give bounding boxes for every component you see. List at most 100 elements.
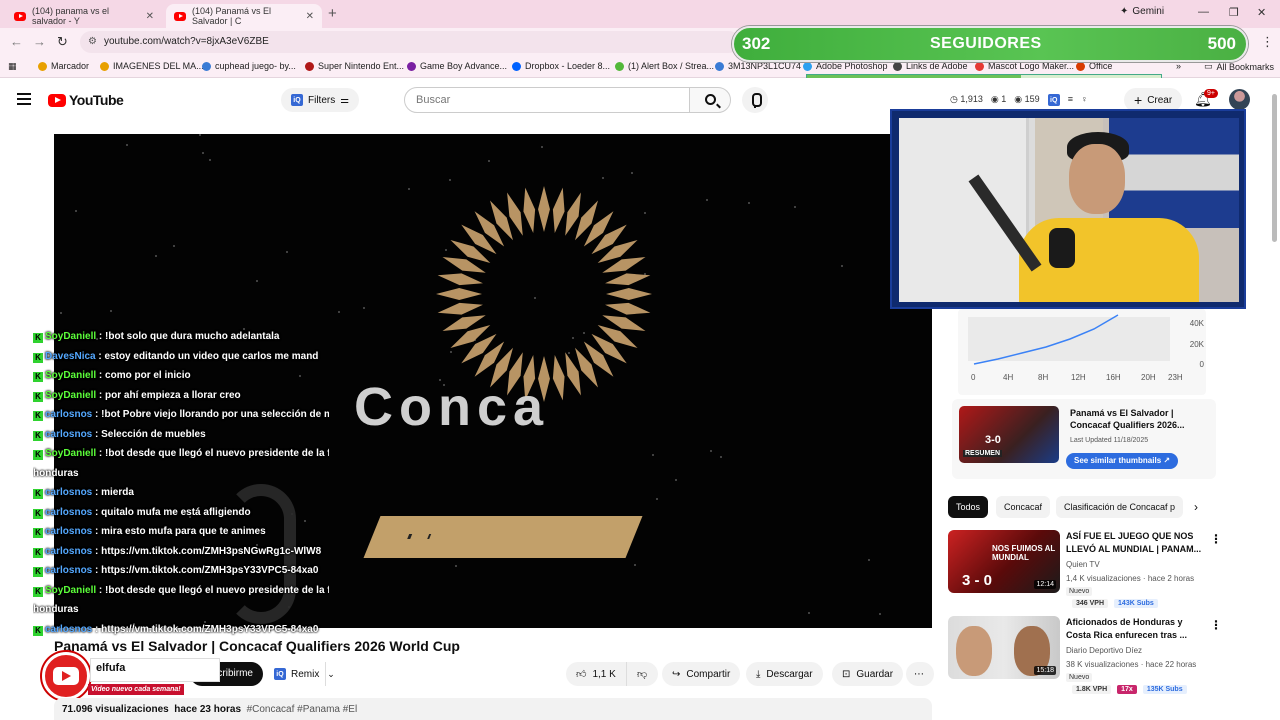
more-bookmarks-icon[interactable]: » bbox=[1176, 61, 1181, 71]
bookmark-item[interactable]: Links de Adobe bbox=[893, 61, 968, 71]
bookmark-item[interactable]: Office bbox=[1076, 61, 1112, 71]
dislike-button[interactable]: 👎︎ bbox=[626, 662, 658, 686]
maximize-icon[interactable]: ❐ bbox=[1229, 6, 1239, 19]
browser-menu-icon[interactable]: ⋮ bbox=[1261, 34, 1274, 50]
concacaf-sunburst-logo bbox=[436, 186, 652, 402]
more-options-icon[interactable]: ⋮ bbox=[1210, 618, 1222, 632]
bookmark-item[interactable]: Marcador bbox=[38, 61, 89, 71]
bookmark-item[interactable]: Mascot Logo Maker... bbox=[975, 61, 1074, 71]
background-star bbox=[408, 187, 411, 190]
bookmark-item[interactable]: 3M13NP3L1CU74 bbox=[715, 61, 801, 71]
background-star bbox=[60, 311, 63, 314]
hamburger-menu-icon[interactable] bbox=[17, 93, 31, 105]
remix-button[interactable]: iQ Remix bbox=[268, 662, 327, 686]
account-avatar[interactable] bbox=[1229, 89, 1250, 110]
scrollbar-thumb[interactable] bbox=[1272, 94, 1277, 242]
bookmark-favicon-icon bbox=[1076, 61, 1085, 71]
address-bar[interactable]: ⚙ youtube.com/watch?v=8jxA3eV6ZBE bbox=[80, 31, 740, 53]
bookmark-favicon-icon bbox=[715, 61, 724, 71]
search-input[interactable]: Buscar bbox=[404, 87, 690, 113]
search-button[interactable] bbox=[689, 87, 731, 113]
similar-thumbnail[interactable]: 3-0 RESUMEN bbox=[959, 406, 1059, 463]
gemini-button[interactable]: ✦ Gemini bbox=[1120, 6, 1164, 17]
chat-text: por ahí empieza a llorar creo bbox=[105, 389, 241, 401]
background-star bbox=[540, 145, 543, 148]
close-tab-icon[interactable]: ✕ bbox=[306, 11, 314, 22]
browser-tab-bar: (104) panama vs el salvador - Y ✕ (104) … bbox=[0, 0, 1280, 28]
all-bookmarks[interactable]: ▭ All Bookmarks bbox=[1204, 61, 1274, 72]
channel-name[interactable]: Diario Deportivo Díez bbox=[1066, 646, 1142, 655]
chip-clasificacion[interactable]: Clasificación de Concacaf p bbox=[1056, 496, 1184, 518]
like-count: 1,1 K bbox=[592, 668, 616, 680]
bookmark-item[interactable]: Game Boy Advance... bbox=[407, 61, 507, 71]
chat-username: carlosnos bbox=[45, 409, 93, 420]
see-similar-button[interactable]: See similar thumbnails ↗ bbox=[1066, 453, 1179, 469]
background-star bbox=[454, 564, 457, 567]
bookmark-item[interactable]: Super Nintendo Ent... bbox=[305, 61, 404, 71]
bookmark-label: Links de Adobe bbox=[906, 61, 968, 71]
gemini-icon: ✦ bbox=[1120, 6, 1129, 17]
bookmark-item[interactable]: (1) Alert Box / Strea... bbox=[615, 61, 714, 71]
browser-tab-active[interactable]: (104) Panamá vs El Salvador | C ✕ bbox=[166, 4, 322, 28]
background-star bbox=[285, 250, 288, 253]
hashtags[interactable]: #Concacaf #Panama #El bbox=[247, 704, 358, 715]
chat-username: carlosnos bbox=[45, 545, 93, 557]
gold-banner bbox=[363, 516, 643, 558]
video-description-box[interactable]: 71.096 visualizaciones hace 23 horas #Co… bbox=[54, 698, 932, 720]
platform-badge-icon: K bbox=[33, 372, 43, 382]
list-icon[interactable]: ≡ bbox=[1068, 94, 1073, 106]
bookmark-favicon-icon bbox=[975, 61, 984, 71]
channel-avatar[interactable] bbox=[42, 652, 90, 700]
background-star bbox=[840, 264, 843, 267]
video-thumbnail[interactable]: NOS FUIMOS AL MUNDIAL 3 - 0 12:14 bbox=[948, 530, 1060, 593]
background-star bbox=[601, 176, 604, 179]
chip-concacaf[interactable]: Concacaf bbox=[996, 496, 1051, 518]
new-tab-button[interactable]: + bbox=[328, 5, 337, 22]
chat-username: carlosnos bbox=[45, 506, 93, 518]
site-settings-icon[interactable]: ⚙ bbox=[88, 31, 97, 53]
save-button[interactable]: ⊡ Guardar bbox=[832, 662, 904, 686]
video-thumbnail[interactable]: 15:18 bbox=[948, 616, 1060, 679]
search-icon bbox=[705, 94, 716, 105]
minimize-icon[interactable]: — bbox=[1198, 6, 1209, 18]
close-window-icon[interactable]: ✕ bbox=[1257, 6, 1266, 19]
filters-label: Filters bbox=[308, 94, 336, 106]
youtube-favicon-icon bbox=[174, 11, 186, 21]
bulb-icon[interactable]: ♀ bbox=[1081, 94, 1088, 106]
browser-tab[interactable]: (104) panama vs el salvador - Y ✕ bbox=[6, 4, 162, 28]
forward-icon[interactable]: → bbox=[33, 34, 46, 49]
chip-todos[interactable]: Todos bbox=[948, 496, 989, 518]
page-scrollbar[interactable] bbox=[1270, 84, 1278, 720]
download-button[interactable]: ⤓ Descargar bbox=[746, 662, 823, 686]
close-tab-icon[interactable]: ✕ bbox=[146, 11, 154, 22]
youtube-favicon-icon bbox=[14, 11, 26, 21]
chat-username: carlosnos bbox=[45, 487, 93, 498]
share-button[interactable]: ↪ Compartir bbox=[662, 662, 741, 686]
reload-icon[interactable]: ↻ bbox=[57, 34, 68, 50]
multiplier-badge: 17x bbox=[1117, 685, 1137, 694]
bookmark-label: IMAGENES DEL MA... bbox=[113, 61, 204, 71]
chevron-right-icon[interactable]: › bbox=[1194, 500, 1198, 514]
bookmark-item[interactable]: Adobe Photoshop bbox=[803, 61, 888, 71]
youtube-logo[interactable]: YouTube bbox=[48, 92, 124, 108]
back-icon[interactable]: ← bbox=[10, 34, 23, 49]
bookmark-item[interactable]: IMAGENES DEL MA... bbox=[100, 61, 204, 71]
recommended-video[interactable]: 15:18 Aficionados de Honduras y Costa Ri… bbox=[948, 616, 1222, 694]
remix-dropdown-icon[interactable]: ⌄ bbox=[322, 662, 340, 686]
follower-count: 302 bbox=[742, 34, 771, 53]
more-options-icon[interactable]: ⋮ bbox=[1210, 532, 1222, 546]
channel-name[interactable]: Quien TV bbox=[1066, 560, 1100, 569]
filters-button[interactable]: iQ Filters ⚌ bbox=[281, 88, 360, 112]
sunburst-ray bbox=[605, 273, 651, 286]
bookmark-item[interactable]: cuphead juego- by... bbox=[202, 61, 296, 71]
sunburst-ray bbox=[552, 187, 565, 233]
apps-icon[interactable]: ▦ bbox=[8, 61, 17, 72]
extension-icon[interactable]: iQ bbox=[1047, 94, 1060, 106]
bookmark-item[interactable]: Dropbox - Loeder 8... bbox=[512, 61, 610, 71]
like-button[interactable]: 👍︎ 1,1 K bbox=[566, 662, 626, 686]
voice-search-icon[interactable] bbox=[742, 87, 768, 113]
more-actions-button[interactable]: ⋯ bbox=[906, 662, 934, 686]
recommended-video[interactable]: NOS FUIMOS AL MUNDIAL 3 - 0 12:14 ASÍ FU… bbox=[948, 530, 1222, 608]
sunburst-ray bbox=[436, 288, 482, 300]
bookmark-favicon-icon bbox=[38, 61, 47, 71]
